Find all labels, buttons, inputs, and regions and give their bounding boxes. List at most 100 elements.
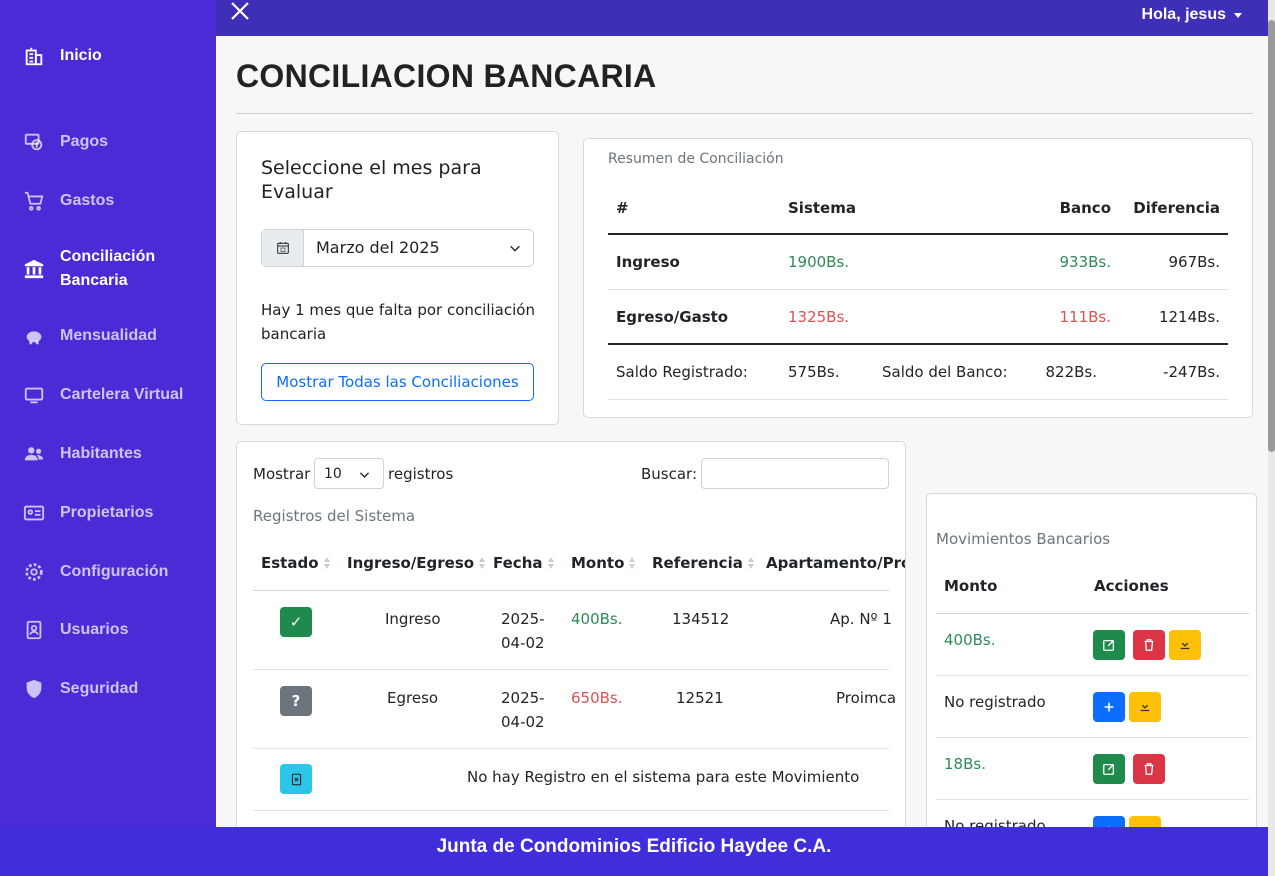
header-label: Ingreso/Egreso [347,554,475,572]
trash-icon [1144,763,1154,775]
sidebar-item-conciliacion[interactable]: Conciliación Bancaria [22,245,170,293]
header-apartamento[interactable]: Apartamento/Pro [766,554,906,572]
sidebar-item-seguridad[interactable]: Seguridad [22,677,138,701]
records-label: registros [388,465,454,483]
summary-row-egreso: Egreso/Gasto 1325Bs. 111Bs. 1214Bs. [608,290,1228,345]
fecha-line: 2025- [501,610,545,628]
monitor-icon [22,383,46,407]
sort-icon [629,557,636,569]
delete-button[interactable] [1133,754,1165,784]
referencia-cell: 134512 [672,610,730,628]
edit-button[interactable] [1093,630,1125,660]
records-caption: Registros del Sistema [253,507,416,525]
row-label: Egreso/Gasto [616,307,729,326]
close-icon[interactable] [228,0,252,24]
sistema-value: 1900Bs. [788,253,850,271]
tipo-cell: Egreso [387,689,439,707]
header-monto[interactable]: Monto [571,554,636,572]
summary-row-saldo: Saldo Registrado: 575Bs. Saldo del Banco… [608,345,1228,400]
header-num: # [616,199,629,217]
sidebar-item-label: Usuarios [60,621,129,638]
header-tipo[interactable]: Ingreso/Egreso [347,554,486,572]
cart-icon [22,189,46,213]
sidebar-item-propietarios[interactable]: Propietarios [22,501,153,525]
bank-caption: Movimientos Bancarios [936,530,1111,548]
month-select[interactable]: Marzo del 2025 [261,229,534,267]
delete-button[interactable] [1133,630,1165,660]
header-banco: Banco [1059,199,1111,217]
fecha-line: 04-02 [501,713,545,731]
plus-icon [1104,702,1114,712]
sidebar-item-label: Gastos [60,192,115,209]
sidebar-item-label: Habitantes [60,445,142,462]
trash-icon [1144,639,1154,651]
sidebar-item-configuracion[interactable]: Configuración [22,560,168,584]
sidebar-item-mensualidad[interactable]: Mensualidad [22,324,157,348]
summary-table: # Sistema Banco Diferencia Ingreso 1900B… [608,183,1228,400]
sidebar-item-label: Cartelera Virtual [60,386,184,403]
pending-message: Hay 1 mes que falta por conciliación ban… [261,301,535,343]
reconciliation-summary-card: Resumen de Conciliación # Sistema Banco … [583,138,1253,418]
saldo-registrado-label: Saldo Registrado: [616,363,748,381]
page-length-select[interactable]: 10 [314,458,384,489]
divider [236,113,1253,114]
apartamento-cell: Proimca [836,689,897,707]
header-referencia[interactable]: Referencia [652,554,754,572]
sidebar-item-label: Propietarios [60,504,154,521]
header-sistema: Sistema [788,199,856,217]
sort-icon [747,557,754,569]
sistema-value: 1325Bs. [788,307,850,326]
download-button[interactable] [1169,630,1201,660]
bank-movements-card: Movimientos Bancarios Monto Acciones 400… [926,493,1257,853]
page-scrollbar[interactable] [1268,0,1275,876]
saldo-diferencia-value: -247Bs. [1163,363,1220,381]
selected-month: Marzo del 2025 [316,238,440,257]
id-card-icon [22,501,46,525]
chevron-down-icon [1234,12,1242,18]
month-selection-card: Seleccione el mes para Evaluar Marzo del… [236,131,559,425]
sidebar-item-label: Conciliación Bancaria [60,248,156,289]
table-controls: Mostrar 10 registros Buscar: [253,458,889,490]
user-greeting: Hola, jesus [1141,6,1226,23]
sidebar-item-cartelera[interactable]: Cartelera Virtual [22,383,183,407]
banco-value: 933Bs. [1059,253,1111,271]
add-button[interactable] [1093,692,1125,722]
diferencia-value: 1214Bs. [1158,307,1220,326]
empty-message: No hay Registro en el sistema para este … [467,768,860,786]
sidebar-item-gastos[interactable]: Gastos [22,189,114,213]
bank-table: Monto Acciones 400Bs. No registrado 18Bs… [936,562,1249,852]
scrollbar-thumb[interactable] [1268,20,1275,452]
top-bar: Hola, jesus [216,0,1268,36]
header-estado[interactable]: Estado [261,554,330,572]
bank-header-row: Monto Acciones [936,562,1249,614]
show-label: Mostrar [253,465,311,483]
fecha-cell: 2025- 04-02 [501,686,545,734]
show-all-reconciliations-button[interactable]: Mostrar Todas las Conciliaciones [261,363,534,401]
header-label: Fecha [493,554,543,572]
sort-icon [547,557,554,569]
sidebar-item-label: Inicio [60,47,102,64]
row-label: Ingreso [616,253,680,271]
sidebar-item-label: Configuración [60,563,169,580]
monto-cell: 18Bs. [944,755,986,773]
status-badge-unknown: ? [280,686,312,716]
user-menu[interactable]: Hola, jesus [1142,6,1242,24]
summary-caption: Resumen de Conciliación [608,151,784,167]
monto-cell: No registrado [944,693,1046,711]
table-row: ✓ Ingreso 2025- 04-02 400Bs. 134512 Ap. N… [253,591,892,670]
footer-text: Junta de Condominios Edificio Haydee C.A… [436,836,832,857]
download-button[interactable] [1129,692,1161,722]
sidebar-item-pagos[interactable]: Pagos [22,130,108,154]
sidebar-item-usuarios[interactable]: Usuarios [22,618,128,642]
footer: Junta de Condominios Edificio Haydee C.A… [0,827,1268,876]
monto-cell: 400Bs. [571,610,623,628]
header-monto: Monto [944,577,998,595]
sidebar-item-habitantes[interactable]: Habitantes [22,442,142,466]
header-label: Apartamento/Pro [766,554,906,572]
search-input[interactable] [701,458,889,489]
sidebar-item-inicio[interactable]: Inicio [22,44,102,68]
edit-button[interactable] [1093,754,1125,784]
system-records-card: Mostrar 10 registros Buscar: Registros d… [236,441,906,841]
table-row: ? Egreso 2025- 04-02 650Bs. 12521 Proimca [253,670,896,749]
header-fecha[interactable]: Fecha [493,554,554,572]
